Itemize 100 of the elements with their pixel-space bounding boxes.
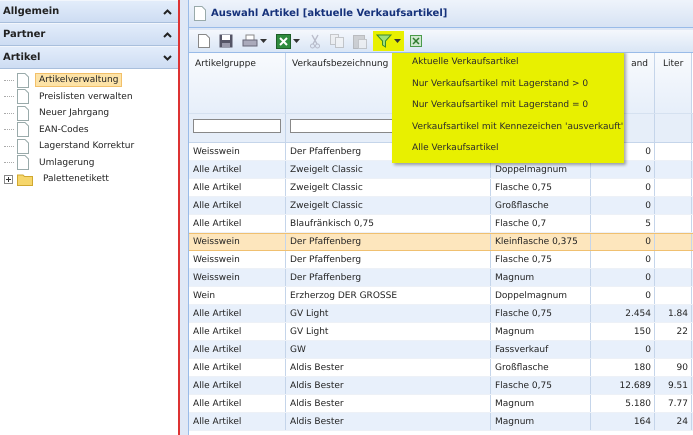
tree-item[interactable]: Artikelverwaltung [35, 73, 122, 88]
table-row[interactable]: Alle Artikel Zweigelt Classic Großflasche 0 [189, 197, 693, 215]
table-cell: Flasche 0,75 [495, 182, 552, 192]
table-cell: GV Light [290, 326, 328, 336]
table-cell: Aldis Bester [290, 398, 344, 408]
table-cell: Alle Artikel [193, 380, 242, 390]
table-cell: Weisswein [193, 272, 240, 282]
document-icon [194, 6, 206, 21]
table-cell: 0 [645, 344, 651, 354]
table-cell: Der Pfaffenberg [290, 146, 362, 156]
table-cell: Alle Artikel [193, 182, 242, 192]
tree-item[interactable]: Umlagerung [35, 156, 98, 170]
table-cell: 164 [634, 416, 651, 426]
table-cell: Zweigelt Classic [290, 200, 363, 210]
filter-button[interactable] [373, 31, 404, 51]
new-button[interactable] [195, 31, 213, 51]
table-cell: Zweigelt Classic [290, 164, 363, 174]
accordion-header[interactable]: Partner [0, 23, 178, 46]
table-cell: Alle Artikel [193, 164, 242, 174]
table-cell: GW [290, 344, 306, 354]
filter-field[interactable] [193, 119, 281, 133]
tree-item[interactable]: Lagerstand Korrektur [35, 139, 138, 154]
table-cell: 22 [676, 326, 688, 336]
table-cell: Der Pfaffenberg [290, 237, 362, 247]
menu-item[interactable]: Alle Verkaufsartikel [392, 138, 624, 160]
accordion-header[interactable]: Allgemein [0, 0, 178, 23]
table-row[interactable]: Alle Artikel GW Fassverkauf 0 [189, 341, 693, 359]
table-cell: 5.180 [625, 398, 651, 408]
table-cell: Alle Artikel [193, 344, 242, 354]
table-row[interactable]: Weisswein Der Pfaffenberg Kleinflasche 0,375 0 [189, 233, 693, 251]
menu-item[interactable]: Verkaufsartikel mit Kennezeichen 'ausverkauft' [392, 116, 624, 138]
table-cell: 0 [645, 272, 651, 282]
table-cell: 0 [645, 254, 651, 264]
table-cell: Alle Artikel [193, 200, 242, 210]
paste-icon [353, 34, 367, 48]
table-cell: 12.689 [620, 380, 651, 390]
printer-icon [242, 34, 258, 48]
table-cell: 0 [645, 290, 651, 300]
table-cell: Magnum [495, 416, 534, 426]
table-cell: Erzherzog DER GROSSE [290, 290, 398, 300]
table-cell: Alle Artikel [193, 218, 242, 228]
table-row[interactable]: Alle Artikel Zweigelt Classic Doppelmagnum 0 [189, 161, 693, 179]
table-cell: 7.77 [668, 398, 688, 408]
table-cell: Großflasche [495, 200, 549, 210]
table-cell: Flasche 0,75 [495, 254, 552, 264]
table-cell: 9.51 [668, 380, 688, 390]
table-cell: Weisswein [193, 146, 240, 156]
table-cell: 0 [645, 146, 651, 156]
spreadsheet-icon [410, 35, 422, 47]
new-page-icon [198, 34, 210, 48]
table-cell: 24 [676, 416, 688, 426]
table-cell: Doppelmagnum [495, 164, 568, 174]
table-cell: Weisswein [193, 237, 240, 247]
table-cell: Fassverkauf [495, 344, 548, 354]
save-icon [219, 34, 233, 48]
table-cell: 0 [645, 164, 651, 174]
table-row[interactable]: Weisswein Der Pfaffenberg Magnum 0 [189, 269, 693, 287]
table-cell: Alle Artikel [193, 362, 242, 372]
document-icon [17, 122, 29, 138]
table-cell: Aldis Bester [290, 380, 344, 390]
accordion-header[interactable]: Artikel [0, 46, 178, 69]
table-cell: 0 [645, 182, 651, 192]
column-header[interactable]: Liter [655, 53, 692, 113]
table-cell: Wein [193, 290, 216, 300]
table-cell: Weisswein [193, 254, 240, 264]
tree-item[interactable]: Neuer Jahrgang [35, 106, 114, 120]
table-cell: Magnum [495, 398, 534, 408]
table-cell: 0 [645, 200, 651, 210]
table-cell: Magnum [495, 326, 534, 336]
scissors-icon [309, 34, 321, 48]
document-icon [17, 155, 29, 170]
table-cell: Aldis Bester [290, 416, 344, 426]
column-header[interactable]: Artikelgruppe [189, 53, 286, 113]
section-title: Artikel [3, 52, 40, 63]
section-title: Allgemein [3, 6, 60, 17]
tree-item[interactable]: Palettenetikett [39, 172, 113, 186]
table-cell: Flasche 0,75 [495, 308, 552, 318]
table-row[interactable]: Alle Artikel GV Light Flasche 0,75 2.454 1.84 [189, 305, 693, 323]
excel-button[interactable] [273, 31, 303, 51]
table-row[interactable]: Alle Artikel Aldis Bester Flasche 0,75 12.689 9.51 [189, 377, 693, 395]
document-icon [17, 72, 29, 88]
table-cell: Magnum [495, 272, 534, 282]
table-cell: 0 [645, 237, 651, 247]
table-row[interactable]: Alle Artikel Aldis Bester Magnum 164 24 [189, 413, 693, 431]
document-icon [17, 89, 29, 104]
table-cell: 1.84 [668, 308, 688, 318]
table-cell: 5 [645, 218, 651, 228]
table-cell: Zweigelt Classic [290, 182, 363, 192]
table-cell: 180 [634, 362, 651, 372]
table-cell: 2.454 [625, 308, 651, 318]
table-cell: Alle Artikel [193, 398, 242, 408]
expand-icon[interactable] [4, 174, 13, 184]
tree-item[interactable]: EAN-Codes [35, 122, 93, 137]
table-cell: Großflasche [495, 362, 549, 372]
tree-item[interactable]: Preislisten verwalten [35, 90, 137, 104]
table-cell: Flasche 0,7 [495, 218, 546, 228]
table-cell: Alle Artikel [193, 326, 242, 336]
document-icon [17, 138, 29, 154]
table-cell: GV Light [290, 308, 328, 318]
folder-icon [17, 172, 33, 186]
